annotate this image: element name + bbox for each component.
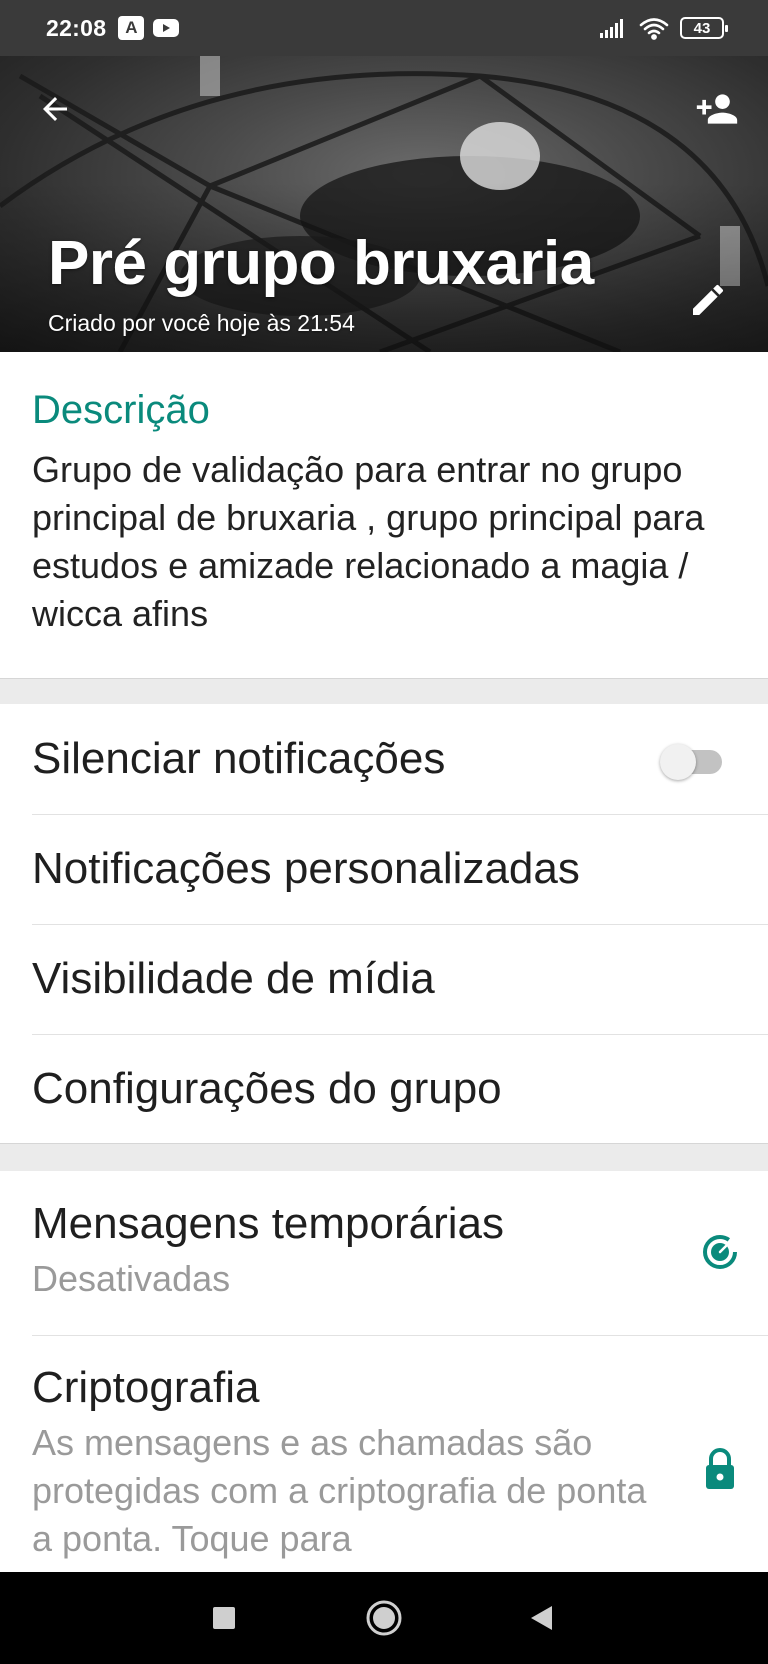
back-button[interactable] <box>28 82 82 136</box>
recents-button[interactable] <box>204 1598 244 1638</box>
disappearing-messages-title: Mensagens temporárias <box>32 1199 505 1248</box>
pencil-icon <box>693 284 724 315</box>
status-bar: 22:08 A 43 <box>0 0 768 56</box>
disappearing-messages-row[interactable]: Mensagens temporárias Desativadas <box>0 1171 768 1335</box>
youtube-icon <box>152 17 180 39</box>
media-visibility-row[interactable]: Visibilidade de mídia <box>0 924 768 1034</box>
encryption-title: Criptografia <box>32 1363 260 1412</box>
mute-notifications-label: Silenciar notificações <box>32 734 446 783</box>
signal-icon <box>598 17 628 39</box>
group-title: Pré grupo bruxaria <box>48 229 594 298</box>
arrow-left-icon <box>43 97 67 121</box>
encryption-description: As mensagens e as chamadas são protegida… <box>32 1422 647 1559</box>
toggle-thumb <box>660 744 696 780</box>
square-icon <box>213 1607 235 1629</box>
description-heading: Descrição <box>32 388 210 432</box>
status-indicators: 43 <box>598 16 728 40</box>
custom-notifications-label: Notificações personalizadas <box>32 844 580 893</box>
nav-back-button[interactable] <box>522 1598 562 1638</box>
settings-list: Silenciar notificações Notificações pers… <box>0 704 768 1144</box>
section-divider <box>0 1143 768 1171</box>
triangle-back-icon <box>531 1606 552 1630</box>
battery-indicator: 43 <box>680 17 728 39</box>
circle-icon <box>366 1600 402 1636</box>
group-created-info: Criado por você hoje às 21:54 <box>48 310 355 336</box>
mute-notifications-row[interactable]: Silenciar notificações <box>0 704 768 814</box>
custom-notifications-row[interactable]: Notificações personalizadas <box>0 814 768 924</box>
app-notification-icon: A <box>118 16 145 40</box>
security-list: Mensagens temporárias Desativadas Cripto… <box>0 1171 768 1595</box>
section-divider <box>0 678 768 704</box>
timer-icon <box>703 1235 737 1269</box>
add-participant-button[interactable] <box>688 82 746 136</box>
lock-icon <box>706 1448 734 1489</box>
encryption-row[interactable]: Criptografia As mensagens e as chamadas … <box>0 1335 768 1595</box>
media-visibility-label: Visibilidade de mídia <box>32 954 435 1003</box>
edit-group-name-button[interactable] <box>682 274 734 326</box>
system-navigation-bar <box>0 1572 768 1664</box>
group-settings-label: Configurações do grupo <box>32 1064 502 1113</box>
home-button[interactable] <box>364 1598 404 1638</box>
person-add-icon <box>696 94 738 124</box>
group-settings-row[interactable]: Configurações do grupo <box>0 1034 768 1144</box>
group-header: Pré grupo bruxaria Criado por você hoje … <box>0 56 768 352</box>
wifi-icon <box>638 16 670 40</box>
description-text: Grupo de validação para entrar no grupo … <box>32 449 705 634</box>
mute-notifications-toggle[interactable] <box>660 744 722 780</box>
status-time: 22:08 <box>46 14 107 41</box>
description-section[interactable]: Descrição Grupo de validação para entrar… <box>0 352 768 678</box>
disappearing-messages-status: Desativadas <box>32 1258 231 1299</box>
